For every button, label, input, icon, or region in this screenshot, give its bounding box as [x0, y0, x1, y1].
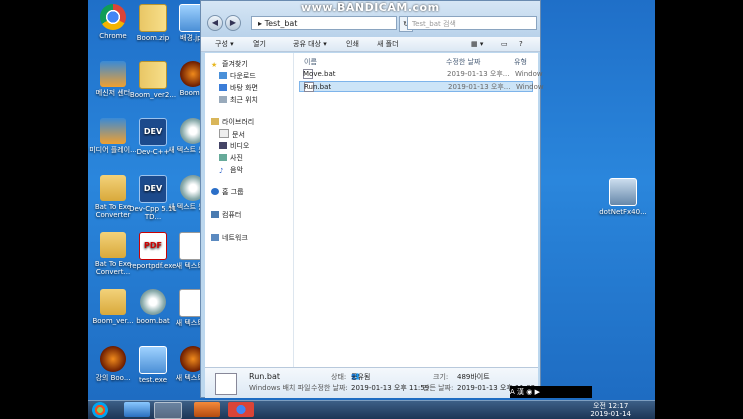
print-button[interactable]: 인쇄: [346, 37, 359, 51]
command-bar: 구성 ▾ 열기 공유 대상 ▾ 인쇄 새 폴더 ▦ ▾ ▭ ?: [201, 37, 540, 52]
detail-filename: Run.bat: [249, 372, 280, 381]
folder-icon: [100, 232, 126, 258]
start-button[interactable]: [92, 402, 108, 418]
folder-icon: [100, 289, 126, 315]
nav-homegroup[interactable]: 홈 그룹: [211, 187, 244, 197]
navigation-pane: ★ 즐겨찾기 다운로드 바탕 화면 최근 위치 라이브러리 문서 비디오 사진 ♪…: [205, 53, 294, 367]
nav-music[interactable]: ♪ 음악: [219, 165, 243, 175]
folder-icon: [100, 175, 126, 201]
recent-places-icon: [219, 96, 227, 103]
help-icon[interactable]: ?: [519, 37, 523, 51]
taskbar: 오전 12:17 2019-01-14: [88, 400, 655, 419]
taskbar-explorer-icon[interactable]: [154, 402, 182, 419]
detail-modified-label: 수정한 날짜:: [311, 384, 348, 392]
network-icon: [211, 234, 219, 241]
title-bar: www.BANDICAM.com ◀ ▶ ▸ Test_bat ↻ Test_b…: [201, 1, 540, 37]
back-button[interactable]: ◀: [207, 15, 223, 31]
nav-downloads[interactable]: 다운로드: [219, 71, 256, 81]
computer-icon: [211, 211, 219, 218]
download-icon: [219, 72, 227, 79]
details-pane: Run.bat Windows 배치 파일 상태: 👥 공유됨 수정한 날짜: …: [205, 367, 538, 398]
nav-desktop[interactable]: 바탕 화면: [219, 83, 258, 93]
documents-icon: [219, 129, 229, 138]
star-icon: ★: [211, 61, 218, 69]
column-modified[interactable]: 수정한 날짜: [446, 57, 480, 67]
detail-modified-value: 2019-01-13 오후 11:59: [351, 384, 430, 392]
chrome-icon: [100, 4, 126, 30]
taskbar-chrome-icon[interactable]: [228, 402, 254, 417]
letterbox-right: [655, 0, 743, 418]
bandicam-watermark: www.BANDICAM.com: [301, 1, 440, 14]
system-clock[interactable]: 오전 12:17 2019-01-14: [590, 402, 631, 418]
nav-network[interactable]: 네트워크: [211, 233, 248, 243]
detail-created-label: 만든 날짜:: [423, 384, 454, 392]
nav-pictures[interactable]: 사진: [219, 153, 243, 163]
desktop-icon: [219, 84, 227, 91]
view-options-icon[interactable]: ▦ ▾: [471, 37, 483, 51]
taskbar-media-icon[interactable]: [194, 402, 220, 417]
nav-recent[interactable]: 최근 위치: [219, 95, 258, 105]
language-bar[interactable]: A 漢 ◉ ▶: [510, 386, 592, 398]
homegroup-icon: [211, 188, 219, 195]
img-icon: [139, 346, 167, 374]
detail-size-label: 크기:: [433, 373, 449, 381]
taskbar-ie-icon[interactable]: [124, 402, 150, 417]
exe-icon: [100, 346, 126, 372]
zip-icon: [139, 4, 167, 32]
media-icon: [100, 61, 126, 87]
nav-videos[interactable]: 비디오: [219, 141, 249, 151]
music-icon: ♪: [219, 167, 224, 175]
nav-libraries[interactable]: 라이브러리: [211, 117, 254, 127]
new-folder-button[interactable]: 새 폴더: [377, 37, 399, 51]
preview-pane-icon[interactable]: ▭: [501, 37, 508, 51]
desktop-icon-dotnetfx[interactable]: dotNetFx40...: [598, 178, 648, 216]
installer-icon: [609, 178, 637, 206]
dev-icon: DEV: [139, 175, 167, 203]
gear-icon: [140, 289, 166, 315]
pdf-icon: [139, 232, 167, 260]
share-button[interactable]: 공유 대상 ▾: [293, 37, 327, 51]
video-icon: [219, 142, 227, 149]
detail-size-value: 489바이트: [457, 373, 490, 381]
search-input[interactable]: Test_bat 검색: [407, 16, 537, 30]
nav-documents[interactable]: 문서: [219, 129, 245, 140]
media-icon: [100, 118, 126, 144]
dev-icon: DEV: [139, 118, 167, 146]
file-list: 이름 수정한 날짜 유형 Move.bat 2019-01-13 오후... Win…: [294, 53, 544, 367]
column-type[interactable]: 유형: [514, 57, 527, 67]
file-row[interactable]: Run.bat 2019-01-13 오후... Window: [299, 81, 544, 92]
nav-favorites[interactable]: ★ 즐겨찾기: [211, 59, 248, 69]
pictures-icon: [219, 154, 227, 161]
column-name[interactable]: 이름: [304, 57, 317, 67]
open-button[interactable]: 열기: [253, 37, 266, 51]
file-row[interactable]: Move.bat 2019-01-13 오후... Window: [299, 69, 543, 80]
organize-button[interactable]: 구성 ▾: [215, 37, 234, 51]
forward-button[interactable]: ▶: [225, 15, 241, 31]
batch-file-icon: [215, 373, 237, 395]
detail-filetype: Windows 배치 파일: [249, 384, 311, 392]
explorer-window: www.BANDICAM.com ◀ ▶ ▸ Test_bat ↻ Test_b…: [200, 0, 544, 398]
detail-state-label: 상태:: [331, 373, 347, 381]
library-icon: [211, 118, 219, 125]
letterbox-left: [0, 0, 88, 418]
zip-icon: [139, 61, 167, 89]
nav-computer[interactable]: 컴퓨터: [211, 210, 241, 220]
address-bar[interactable]: ▸ Test_bat: [251, 16, 397, 30]
